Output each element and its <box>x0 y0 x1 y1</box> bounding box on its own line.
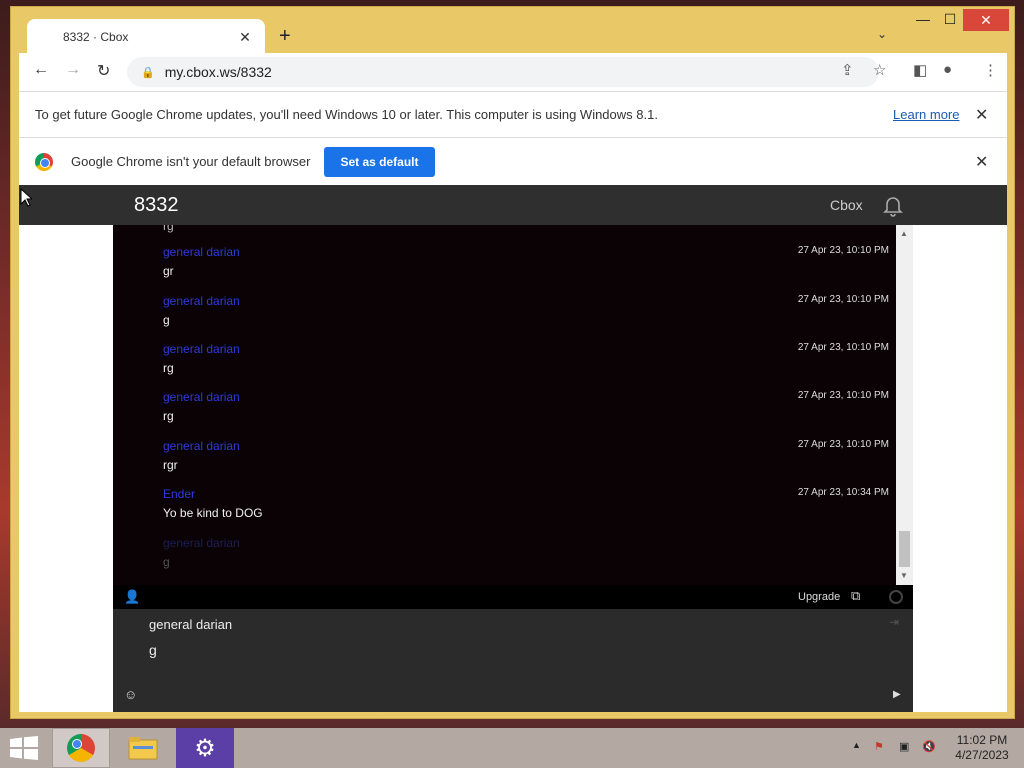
default-browser-infobar: Google Chrome isn't your default browser… <box>19 137 1007 185</box>
url-text: my.cbox.ws/8332 <box>164 64 272 80</box>
clock-time: 11:02 PM <box>956 733 1008 747</box>
site-header: 8332 Cbox <box>19 185 1007 225</box>
minimize-button[interactable]: — <box>908 11 938 27</box>
action-center-flag-icon[interactable]: ⚑ <box>874 740 884 753</box>
chrome-logo-icon <box>35 152 53 171</box>
message-author[interactable]: general darian <box>163 294 889 308</box>
popout-icon[interactable]: ⧉ <box>851 588 860 604</box>
tab-title: 8332 · Cbox <box>63 30 129 44</box>
cbox-link[interactable]: Cbox <box>830 197 863 213</box>
list-item: general darian g <box>163 536 889 569</box>
message-time: 27 Apr 23, 10:34 PM <box>797 487 889 498</box>
message-time: 27 Apr 23, 10:10 PM <box>797 390 889 401</box>
reload-icon[interactable]: ↻ <box>97 61 110 81</box>
message-input[interactable] <box>149 639 849 661</box>
list-item: general darian rg 27 Apr 23, 10:10 PM <box>163 342 889 375</box>
share-icon[interactable]: ⇪ <box>841 61 854 79</box>
profile-avatar-icon[interactable]: ● <box>943 61 952 78</box>
message-composer: general darian ⇥ ☺ ▶ <box>113 609 913 712</box>
chrome-icon <box>67 734 95 762</box>
side-panel-icon[interactable]: ◧ <box>913 61 927 79</box>
notification-bell-icon[interactable] <box>881 193 905 217</box>
close-update-infobar-icon[interactable]: ✕ <box>975 105 988 125</box>
composer-username[interactable]: general darian <box>149 617 232 632</box>
message-author[interactable]: general darian <box>163 439 889 453</box>
tab-8332[interactable]: 8332 · Cbox ✕ <box>27 19 265 55</box>
tray-expand-icon[interactable]: ▲ <box>852 740 861 750</box>
chevron-down-icon[interactable]: ⌄ <box>877 27 887 41</box>
message-text: rg <box>163 361 174 375</box>
windows-start-icon[interactable] <box>10 736 38 760</box>
message-text: rg <box>163 409 174 423</box>
message-time: 27 Apr 23, 10:10 PM <box>797 342 889 353</box>
list-item: general darian rg 27 Apr 23, 10:10 PM <box>163 390 889 423</box>
mouse-cursor-icon <box>20 188 32 207</box>
emoji-icon[interactable]: ☺ <box>124 687 137 702</box>
message-text: g <box>163 555 170 569</box>
message-author[interactable]: Ender <box>163 487 889 501</box>
list-item: general darian rgr 27 Apr 23, 10:10 PM <box>163 439 889 472</box>
status-indicator-icon <box>889 590 903 604</box>
close-default-infobar-icon[interactable]: ✕ <box>975 152 988 172</box>
message-text: Yo be kind to DOG <box>163 506 263 520</box>
taskbar-settings[interactable]: ⚙ <box>176 728 234 768</box>
close-window-button[interactable]: ✕ <box>963 9 1009 31</box>
taskbar-clock[interactable]: 11:02 PM 4/27/2023 <box>948 733 1016 763</box>
logout-icon[interactable]: ⇥ <box>889 615 899 629</box>
set-as-default-button[interactable]: Set as default <box>324 146 435 177</box>
list-item: general darian gr 27 Apr 23, 10:10 PM <box>163 245 889 278</box>
address-bar[interactable]: 🔒 my.cbox.ws/8332 <box>127 57 879 87</box>
menu-kebab-icon[interactable]: ⋮ <box>983 61 998 79</box>
browser-toolbar: ← → ↻ 🔒 my.cbox.ws/8332 ⇪ ☆ ◧ ● ⋮ <box>19 53 1007 91</box>
message-time: 27 Apr 23, 10:10 PM <box>797 294 889 305</box>
user-icon[interactable]: 👤 <box>124 589 140 605</box>
message-author[interactable]: general darian <box>163 342 889 356</box>
new-tab-button[interactable]: + <box>279 25 291 48</box>
message-time: 27 Apr 23, 10:10 PM <box>797 439 889 450</box>
list-item: Ender Yo be kind to DOG 27 Apr 23, 10:34… <box>163 487 889 520</box>
message-author[interactable]: general darian <box>163 245 889 259</box>
message-list[interactable]: rg general darian gr 27 Apr 23, 10:10 PM… <box>113 225 895 585</box>
list-item: rg <box>163 225 889 233</box>
message-time: 27 Apr 23, 10:10 PM <box>797 245 889 256</box>
scroll-down-icon[interactable]: ▼ <box>900 571 908 580</box>
bookmark-star-icon[interactable]: ☆ <box>873 61 886 79</box>
message-text: gr <box>163 264 174 278</box>
back-icon[interactable]: ← <box>33 61 49 79</box>
update-infobar: To get future Google Chrome updates, you… <box>19 91 1007 137</box>
message-scrollbar[interactable]: ▲ ▼ <box>896 225 913 585</box>
page-title: 8332 <box>134 194 179 216</box>
learn-more-link[interactable]: Learn more <box>893 107 959 122</box>
close-tab-icon[interactable]: ✕ <box>237 29 253 46</box>
message-text: g <box>163 313 170 327</box>
title-bar: 8332 · Cbox ✕ + ⌄ — ☐ ✕ <box>11 7 1014 55</box>
upgrade-link[interactable]: Upgrade <box>798 591 840 603</box>
update-message: To get future Google Chrome updates, you… <box>35 107 658 122</box>
web-page: 8332 Cbox rg general darian gr 27 Apr 23… <box>19 185 1007 712</box>
scroll-up-icon[interactable]: ▲ <box>900 229 908 238</box>
gear-icon: ⚙ <box>194 734 216 762</box>
lock-icon: 🔒 <box>141 66 155 79</box>
network-icon[interactable]: ▣ <box>899 740 909 753</box>
scroll-thumb[interactable] <box>899 531 910 567</box>
forward-icon[interactable]: → <box>65 61 81 79</box>
chat-box: rg general darian gr 27 Apr 23, 10:10 PM… <box>113 225 913 712</box>
message-author[interactable]: general darian <box>163 390 889 404</box>
taskbar: ⚙ ▲ ⚑ ▣ 🔇 11:02 PM 4/27/2023 <box>0 728 1024 768</box>
send-icon[interactable]: ▶ <box>893 689 901 700</box>
taskbar-chrome[interactable] <box>52 728 110 768</box>
browser-window: 8332 · Cbox ✕ + ⌄ — ☐ ✕ ← → ↻ 🔒 my.cbox.… <box>10 6 1015 719</box>
message-text: rg <box>163 225 174 233</box>
clock-date: 4/27/2023 <box>955 748 1009 762</box>
message-author[interactable]: general darian <box>163 536 889 550</box>
chat-toolbar: 👤 Upgrade ⧉ <box>113 585 913 609</box>
volume-muted-icon[interactable]: 🔇 <box>922 740 936 753</box>
maximize-button[interactable]: ☐ <box>935 11 965 28</box>
taskbar-file-explorer[interactable] <box>114 728 172 768</box>
list-item: general darian g 27 Apr 23, 10:10 PM <box>163 294 889 327</box>
default-browser-message: Google Chrome isn't your default browser <box>71 154 311 169</box>
message-text: rgr <box>163 458 178 472</box>
folder-icon <box>128 737 158 760</box>
